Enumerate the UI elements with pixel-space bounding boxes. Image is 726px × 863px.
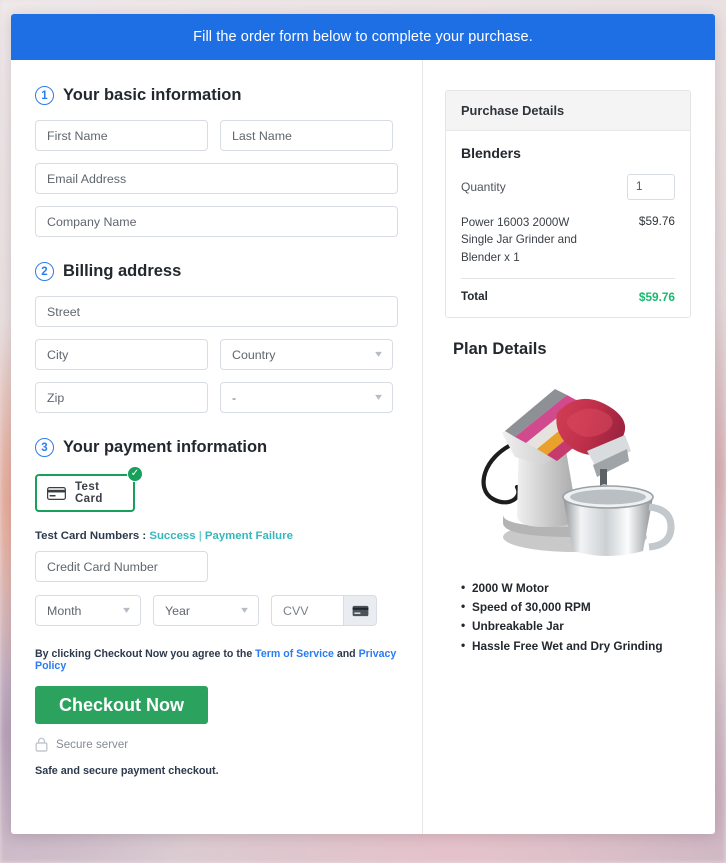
feature-list: 2000 W Motor Speed of 30,000 RPM Unbreak… — [461, 578, 691, 656]
expiry-month-value: Month — [47, 603, 82, 618]
expiry-year-select[interactable]: Year ▾ — [153, 595, 259, 626]
step-1-heading: 1 Your basic information — [35, 86, 398, 105]
purchase-details-heading: Purchase Details — [446, 91, 690, 131]
card-number-row: Credit Card Number — [35, 551, 398, 582]
total-label: Total — [461, 290, 488, 304]
product-image — [445, 365, 691, 565]
list-item: Hassle Free Wet and Dry Grinding — [461, 635, 691, 656]
secure-server-label: Secure server — [56, 738, 129, 751]
credit-card-icon — [352, 605, 368, 616]
terms-of-service-link[interactable]: Term of Service — [255, 648, 334, 660]
name-row: First Name Last Name — [35, 120, 398, 151]
line-item-row: Power 16003 2000W Single Jar Grinder and… — [461, 214, 675, 280]
street-input[interactable]: Street — [35, 296, 398, 327]
company-row: Company Name — [35, 206, 398, 237]
step-2-title: Billing address — [63, 262, 182, 280]
quantity-row: Quantity 1 — [461, 174, 675, 200]
chevron-down-icon: ▾ — [375, 348, 382, 360]
line-item-price: $59.76 — [638, 214, 675, 228]
chevron-down-icon: ▾ — [241, 604, 248, 616]
step-3-title: Your payment information — [63, 438, 268, 456]
stand-mixer-image — [481, 389, 675, 557]
purchase-details-card: Purchase Details Blenders Quantity 1 Pow… — [445, 90, 691, 319]
street-row: Street — [35, 296, 398, 327]
safe-checkout-note: Safe and secure payment checkout. — [35, 765, 219, 777]
list-item: Speed of 30,000 RPM — [461, 597, 691, 617]
cvv-input[interactable]: CVV — [271, 595, 343, 626]
state-select-value: - — [232, 390, 237, 405]
expiry-year-value: Year — [165, 603, 191, 618]
chevron-down-icon: ▾ — [123, 604, 130, 616]
test-card-option-wrapper: Test Card ✓ — [35, 466, 143, 512]
list-item: Unbreakable Jar — [461, 616, 691, 636]
company-name-input[interactable]: Company Name — [35, 206, 398, 237]
city-country-row: City Country ▾ — [35, 339, 398, 370]
quantity-input[interactable]: 1 — [627, 174, 675, 200]
last-name-input[interactable]: Last Name — [220, 120, 393, 151]
check-circle-icon: ✓ — [127, 466, 143, 482]
test-numbers-separator: | — [198, 530, 202, 542]
test-card-option-button[interactable]: Test Card — [35, 474, 135, 512]
checkout-card: Fill the order form below to complete yo… — [11, 14, 715, 834]
country-select[interactable]: Country ▾ — [220, 339, 393, 370]
cvv-group: CVV — [271, 595, 377, 626]
cvv-help-button[interactable] — [343, 595, 377, 626]
quantity-label: Quantity — [461, 180, 506, 194]
step-2-heading: 2 Billing address — [35, 262, 398, 281]
step-2-number-icon: 2 — [35, 262, 54, 281]
checkout-body: 1 Your basic information First Name Last… — [11, 60, 715, 834]
total-row: Total $59.76 — [461, 279, 675, 304]
agreement-middle: and — [333, 648, 359, 660]
chevron-down-icon: ▾ — [375, 391, 382, 403]
expiry-month-select[interactable]: Month ▾ — [35, 595, 141, 626]
agreement-text: By clicking Checkout Now you agree to th… — [35, 648, 398, 672]
country-select-value: Country — [232, 347, 276, 362]
test-numbers-success-link[interactable]: Success — [149, 530, 195, 542]
step-1-title: Your basic information — [63, 86, 242, 104]
purchase-details-body: Blenders Quantity 1 Power 16003 2000W Si… — [446, 131, 690, 318]
total-value: $59.76 — [638, 290, 675, 305]
lock-icon — [35, 737, 48, 752]
agreement-prefix: By clicking Checkout Now you agree to th… — [35, 648, 256, 660]
credit-card-icon — [47, 486, 66, 500]
line-item-description: Power 16003 2000W Single Jar Grinder and… — [461, 216, 577, 264]
expiry-cvv-row: Month ▾ Year ▾ CVV — [35, 595, 398, 626]
step-3-number-icon: 3 — [35, 438, 54, 457]
list-item: 2000 W Motor — [461, 578, 691, 598]
order-form-column: 1 Your basic information First Name Last… — [11, 60, 422, 834]
email-row: Email Address — [35, 163, 398, 194]
secure-server-row: Secure server — [35, 737, 398, 752]
header-title: Fill the order form below to complete yo… — [193, 29, 533, 45]
zip-state-row: Zip - ▾ — [35, 382, 398, 413]
product-group-name: Blenders — [461, 145, 521, 161]
credit-card-number-input[interactable]: Credit Card Number — [35, 551, 208, 582]
test-numbers-label: Test Card Numbers : — [35, 530, 147, 542]
header-banner: Fill the order form below to complete yo… — [11, 14, 715, 60]
checkout-now-button[interactable]: Checkout Now — [35, 686, 208, 724]
email-input[interactable]: Email Address — [35, 163, 398, 194]
summary-column: Purchase Details Blenders Quantity 1 Pow… — [423, 60, 715, 834]
state-select[interactable]: - ▾ — [220, 382, 393, 413]
test-card-label: Test Card — [74, 481, 103, 505]
step-1-number-icon: 1 — [35, 86, 54, 105]
plan-details-heading: Plan Details — [453, 340, 547, 359]
test-numbers-failure-link[interactable]: Payment Failure — [205, 530, 293, 542]
step-3-heading: 3 Your payment information — [35, 438, 398, 457]
zip-input[interactable]: Zip — [35, 382, 208, 413]
test-card-numbers-hint: Test Card Numbers : Success | Payment Fa… — [35, 530, 398, 542]
first-name-input[interactable]: First Name — [35, 120, 208, 151]
city-input[interactable]: City — [35, 339, 208, 370]
